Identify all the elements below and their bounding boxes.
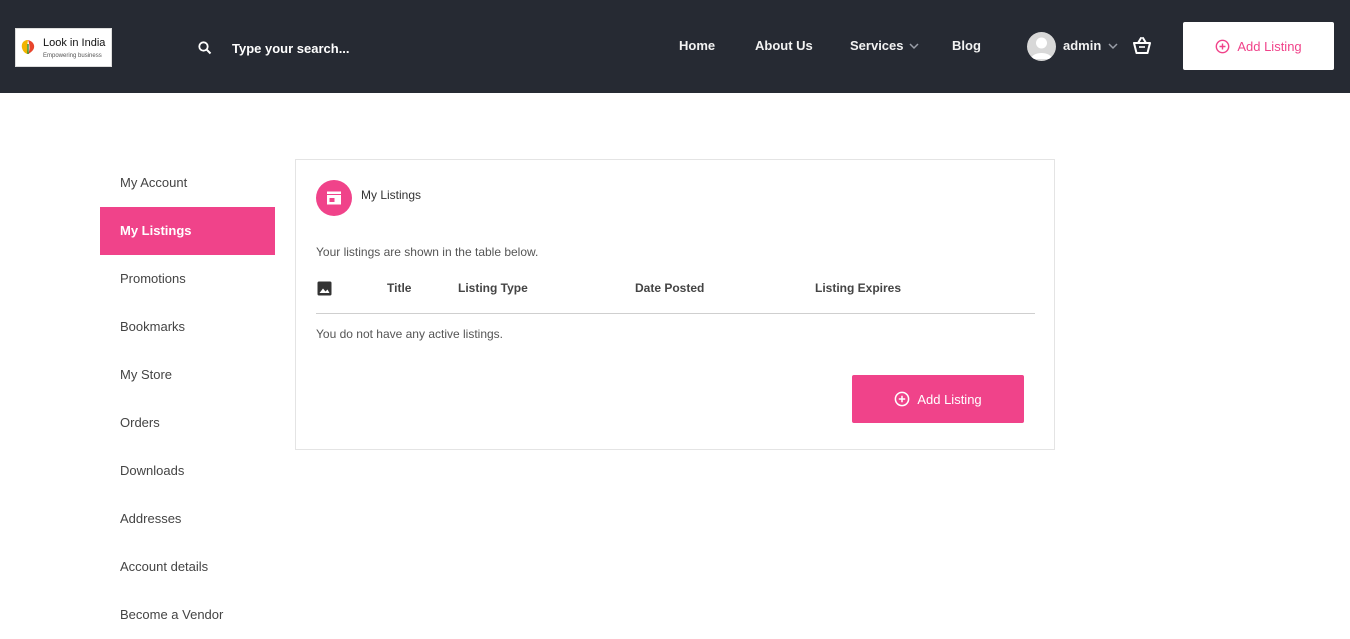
- nav-services[interactable]: Services: [850, 38, 904, 53]
- account-sidebar: My Account My Listings Promotions Bookma…: [100, 159, 275, 639]
- store-icon: [316, 180, 352, 216]
- header-add-listing-button[interactable]: Add Listing: [1183, 22, 1334, 70]
- sidebar-item-downloads[interactable]: Downloads: [100, 447, 275, 495]
- header-add-listing-label: Add Listing: [1237, 38, 1302, 54]
- top-header: Look in India Empowering business Home A…: [0, 0, 1350, 93]
- sidebar-item-promotions[interactable]: Promotions: [100, 255, 275, 303]
- column-title[interactable]: Title: [387, 281, 411, 295]
- user-menu-chevron-icon[interactable]: [1108, 42, 1118, 50]
- column-date-posted[interactable]: Date Posted: [635, 281, 704, 295]
- chevron-down-icon: [909, 43, 919, 50]
- sidebar-item-addresses[interactable]: Addresses: [100, 495, 275, 543]
- user-name[interactable]: admin: [1063, 38, 1101, 53]
- my-listings-card: My Listings Your listings are shown in t…: [295, 159, 1055, 450]
- user-avatar-icon[interactable]: [1027, 32, 1056, 61]
- plus-circle-icon: [1215, 39, 1230, 53]
- sidebar-item-my-listings[interactable]: My Listings: [100, 207, 275, 255]
- card-description: Your listings are shown in the table bel…: [316, 245, 539, 259]
- search-icon[interactable]: [197, 40, 213, 56]
- site-logo[interactable]: Look in India Empowering business: [15, 28, 112, 67]
- logo-name: Look in India: [43, 37, 106, 49]
- avatar-silhouette-icon: [1031, 37, 1052, 59]
- nav-home[interactable]: Home: [679, 38, 715, 53]
- empty-listings-message: You do not have any active listings.: [316, 327, 504, 341]
- nav-about-us[interactable]: About Us: [755, 38, 813, 53]
- sidebar-item-my-account[interactable]: My Account: [100, 159, 275, 207]
- logo-mark-icon: [21, 40, 35, 54]
- sidebar-item-my-store[interactable]: My Store: [100, 351, 275, 399]
- add-listing-button[interactable]: Add Listing: [852, 375, 1024, 423]
- plus-circle-icon: [894, 391, 910, 407]
- add-listing-label: Add Listing: [917, 391, 982, 407]
- search-input[interactable]: [224, 36, 464, 60]
- column-listing-expires[interactable]: Listing Expires: [815, 281, 901, 295]
- sidebar-item-orders[interactable]: Orders: [100, 399, 275, 447]
- sidebar-item-become-a-vendor[interactable]: Become a Vendor: [100, 591, 275, 639]
- logo-tagline: Empowering business: [43, 53, 102, 59]
- image-icon: [317, 281, 332, 296]
- sidebar-item-bookmarks[interactable]: Bookmarks: [100, 303, 275, 351]
- column-listing-type[interactable]: Listing Type: [458, 281, 528, 295]
- table-divider: [316, 313, 1035, 314]
- nav-blog[interactable]: Blog: [952, 38, 981, 53]
- sidebar-item-account-details[interactable]: Account details: [100, 543, 275, 591]
- card-title: My Listings: [361, 188, 422, 202]
- basket-icon[interactable]: [1131, 36, 1153, 56]
